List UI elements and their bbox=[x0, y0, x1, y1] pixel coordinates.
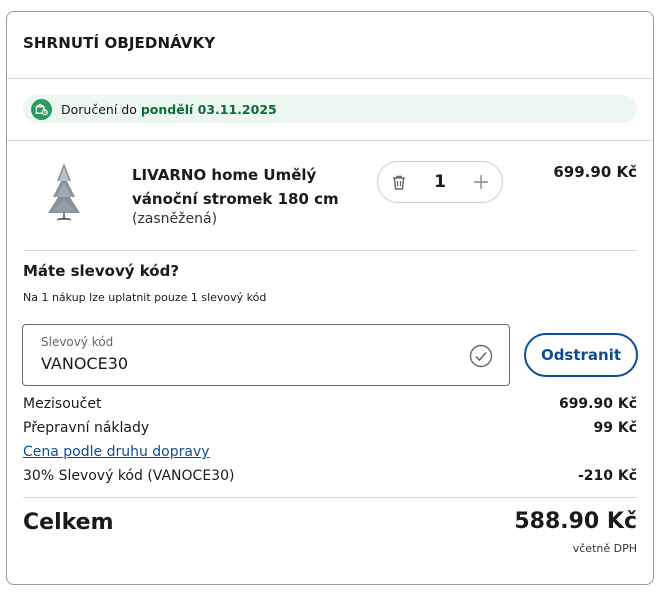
remove-coupon-button[interactable]: Odstranit bbox=[524, 333, 638, 377]
total-divider bbox=[23, 497, 637, 498]
shipping-label: Přepravní náklady bbox=[23, 420, 150, 436]
order-summary-header: SHRNUTÍ OBJEDNÁVKY bbox=[7, 12, 653, 79]
coupon-input-label: Slevový kód bbox=[41, 335, 114, 349]
quantity-stepper: 1 bbox=[377, 161, 503, 203]
subtotal-row: Mezisoučet 699.90 Kč bbox=[23, 396, 637, 412]
total-label: Celkem bbox=[23, 510, 114, 535]
coupon-note: Na 1 nákup lze uplatnit pouze 1 slevový … bbox=[23, 291, 267, 304]
divider bbox=[23, 250, 637, 251]
shipping-price-link[interactable]: Cena podle druhu dopravy bbox=[23, 444, 210, 460]
quantity-value: 1 bbox=[434, 172, 446, 192]
delivery-date: pondělí 03.11.2025 bbox=[140, 101, 277, 117]
coupon-input-value[interactable]: VANOCE30 bbox=[41, 354, 128, 373]
subtotal-value: 699.90 Kč bbox=[558, 396, 637, 412]
increase-button[interactable] bbox=[460, 162, 502, 202]
check-circle-icon bbox=[469, 344, 493, 368]
subtotal-label: Mezisoučet bbox=[23, 396, 102, 412]
plus-icon bbox=[474, 175, 488, 189]
christmas-tree-image bbox=[48, 163, 80, 221]
vat-note: včetně DPH bbox=[572, 542, 637, 555]
product-variant: (zasněžená) bbox=[132, 211, 218, 227]
delivery-banner: Doručení do pondělí 03.11.2025 bbox=[23, 95, 637, 123]
discount-row: 30% Slevový kód (VANOCE30) -210 Kč bbox=[23, 468, 637, 484]
delete-button[interactable] bbox=[378, 162, 420, 202]
discount-value: -210 Kč bbox=[577, 468, 637, 484]
cart-item: LIVARNO home Umělý vánoční stromek 180 c… bbox=[7, 141, 653, 250]
trash-icon bbox=[393, 175, 405, 190]
shipping-link-row: Cena podle druhu dopravy bbox=[23, 444, 637, 460]
discount-label: 30% Slevový kód (VANOCE30) bbox=[23, 468, 235, 484]
coupon-input[interactable]: Slevový kód VANOCE30 bbox=[22, 324, 510, 386]
product-name[interactable]: LIVARNO home Umělý vánoční stromek 180 c… bbox=[132, 163, 362, 211]
total-value: 588.90 Kč bbox=[514, 509, 637, 534]
shipping-row: Přepravní náklady 99 Kč bbox=[23, 420, 637, 436]
product-price: 699.90 Kč bbox=[553, 163, 637, 181]
order-summary-card: SHRNUTÍ OBJEDNÁVKY Doručení do pondělí 0… bbox=[6, 11, 654, 585]
delivery-box-icon bbox=[31, 98, 52, 120]
order-summary-title: SHRNUTÍ OBJEDNÁVKY bbox=[23, 34, 216, 52]
shipping-value: 99 Kč bbox=[593, 420, 637, 436]
delivery-prefix: Doručení do bbox=[61, 101, 137, 117]
coupon-title: Máte slevový kód? bbox=[23, 262, 180, 280]
delivery-section: Doručení do pondělí 03.11.2025 bbox=[7, 79, 653, 141]
